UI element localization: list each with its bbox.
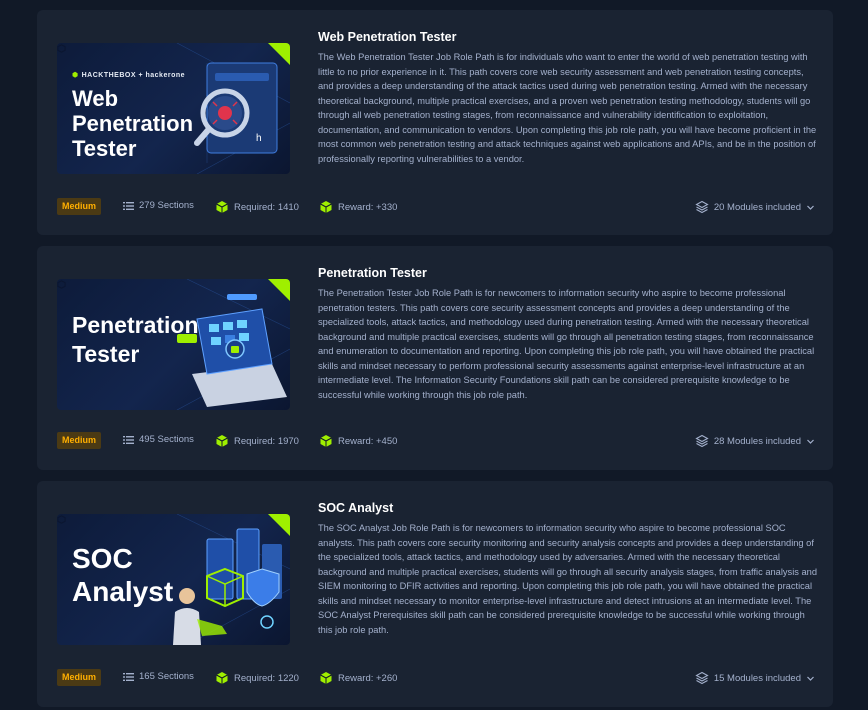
difficulty-badge: Medium: [57, 198, 102, 215]
cube-icon: [320, 435, 332, 447]
modules-text: 20 Modules included: [713, 201, 801, 213]
layers-icon: [695, 434, 709, 448]
thumbnail-brand: ⬢ HACKTHEBOX + hackerone: [72, 71, 185, 79]
difficulty-badge: Medium: [57, 669, 102, 686]
cube-icon: [320, 672, 332, 684]
corner-flag: [268, 514, 290, 536]
layers-icon: [695, 671, 709, 685]
path-thumbnail[interactable]: Penetration Tester: [57, 279, 290, 410]
modules-text: 28 Modules included: [713, 435, 801, 447]
path-meta: Medium 279 Sections Required: 1410 Rewar…: [57, 196, 815, 218]
chevron-down-icon: [807, 439, 814, 444]
difficulty-badge: Medium: [57, 432, 102, 449]
sections-count: 165 Sections: [123, 671, 194, 682]
list-icon: [123, 201, 134, 210]
chevron-down-icon: [807, 205, 814, 210]
htb-logo-icon: ⬢: [72, 72, 79, 79]
required-cubes: Required: 1410: [215, 200, 299, 214]
path-description: The Web Penetration Tester Job Role Path…: [318, 52, 817, 164]
layers-icon: [695, 200, 709, 214]
thumbnail-title: Penetration Tester: [72, 312, 199, 367]
thumbnail-title: Web Penetration Tester: [72, 86, 194, 161]
path-title[interactable]: SOC Analyst: [318, 501, 393, 515]
path-thumbnail[interactable]: h ⬢ HACKTHEBOX + hackerone Web Penetratio…: [57, 43, 290, 174]
reward-cubes: Reward: +450: [319, 434, 397, 448]
cube-icon: [216, 201, 228, 213]
sections-text: 495 Sections: [139, 434, 194, 445]
chevron-down-icon: [807, 676, 814, 681]
corner-flag: [268, 279, 290, 301]
modules-toggle[interactable]: 28 Modules included: [695, 434, 815, 448]
cube-icon: [57, 515, 66, 524]
reward-cubes: Reward: +330: [319, 200, 397, 214]
corner-flag: [268, 43, 290, 65]
path-title[interactable]: Web Penetration Tester: [318, 30, 456, 44]
thumbnail-title: SOC Analyst: [72, 543, 174, 607]
path-card-soc-analyst[interactable]: SOC Analyst SOC Analyst The SOC Analyst …: [37, 481, 833, 707]
sections-count: 279 Sections: [123, 200, 194, 211]
path-description: The SOC Analyst Job Role Path is for new…: [318, 523, 818, 635]
reward-text: Reward: +450: [338, 435, 398, 447]
required-text: Required: 1220: [234, 672, 299, 684]
list-icon: [123, 672, 134, 681]
modules-text: 15 Modules included: [713, 672, 801, 684]
list-icon: [123, 435, 134, 444]
cube-icon: [216, 672, 228, 684]
cube-icon: [320, 201, 332, 213]
required-cubes: Required: 1970: [215, 434, 299, 448]
brand-text: HACKTHEBOX + hackerone: [81, 72, 186, 79]
reward-text: Reward: +260: [338, 672, 398, 684]
cube-icon: [57, 44, 66, 53]
path-meta: Medium 495 Sections Required: 1970 Rewar…: [57, 430, 815, 452]
path-description: The Penetration Tester Job Role Path is …: [318, 288, 815, 400]
reward-cubes: Reward: +260: [319, 671, 397, 685]
cube-icon: [57, 280, 66, 289]
path-title[interactable]: Penetration Tester: [318, 266, 427, 280]
sections-count: 495 Sections: [123, 434, 194, 445]
path-meta: Medium 165 Sections Required: 1220 Rewar…: [57, 667, 815, 689]
path-card-penetration-tester[interactable]: Penetration Tester Penetration Tester Th…: [37, 246, 833, 470]
cube-icon: [216, 435, 228, 447]
path-card-web-penetration-tester[interactable]: h ⬢ HACKTHEBOX + hackerone Web Penetratio…: [37, 10, 833, 235]
modules-toggle[interactable]: 15 Modules included: [695, 671, 815, 685]
required-text: Required: 1410: [234, 201, 299, 213]
reward-text: Reward: +330: [338, 201, 398, 213]
path-thumbnail[interactable]: SOC Analyst: [57, 514, 290, 645]
sections-text: 279 Sections: [139, 200, 194, 211]
required-text: Required: 1970: [234, 435, 299, 447]
modules-toggle[interactable]: 20 Modules included: [695, 200, 815, 214]
required-cubes: Required: 1220: [215, 671, 299, 685]
sections-text: 165 Sections: [139, 671, 194, 682]
svg-text:h: h: [256, 133, 262, 144]
